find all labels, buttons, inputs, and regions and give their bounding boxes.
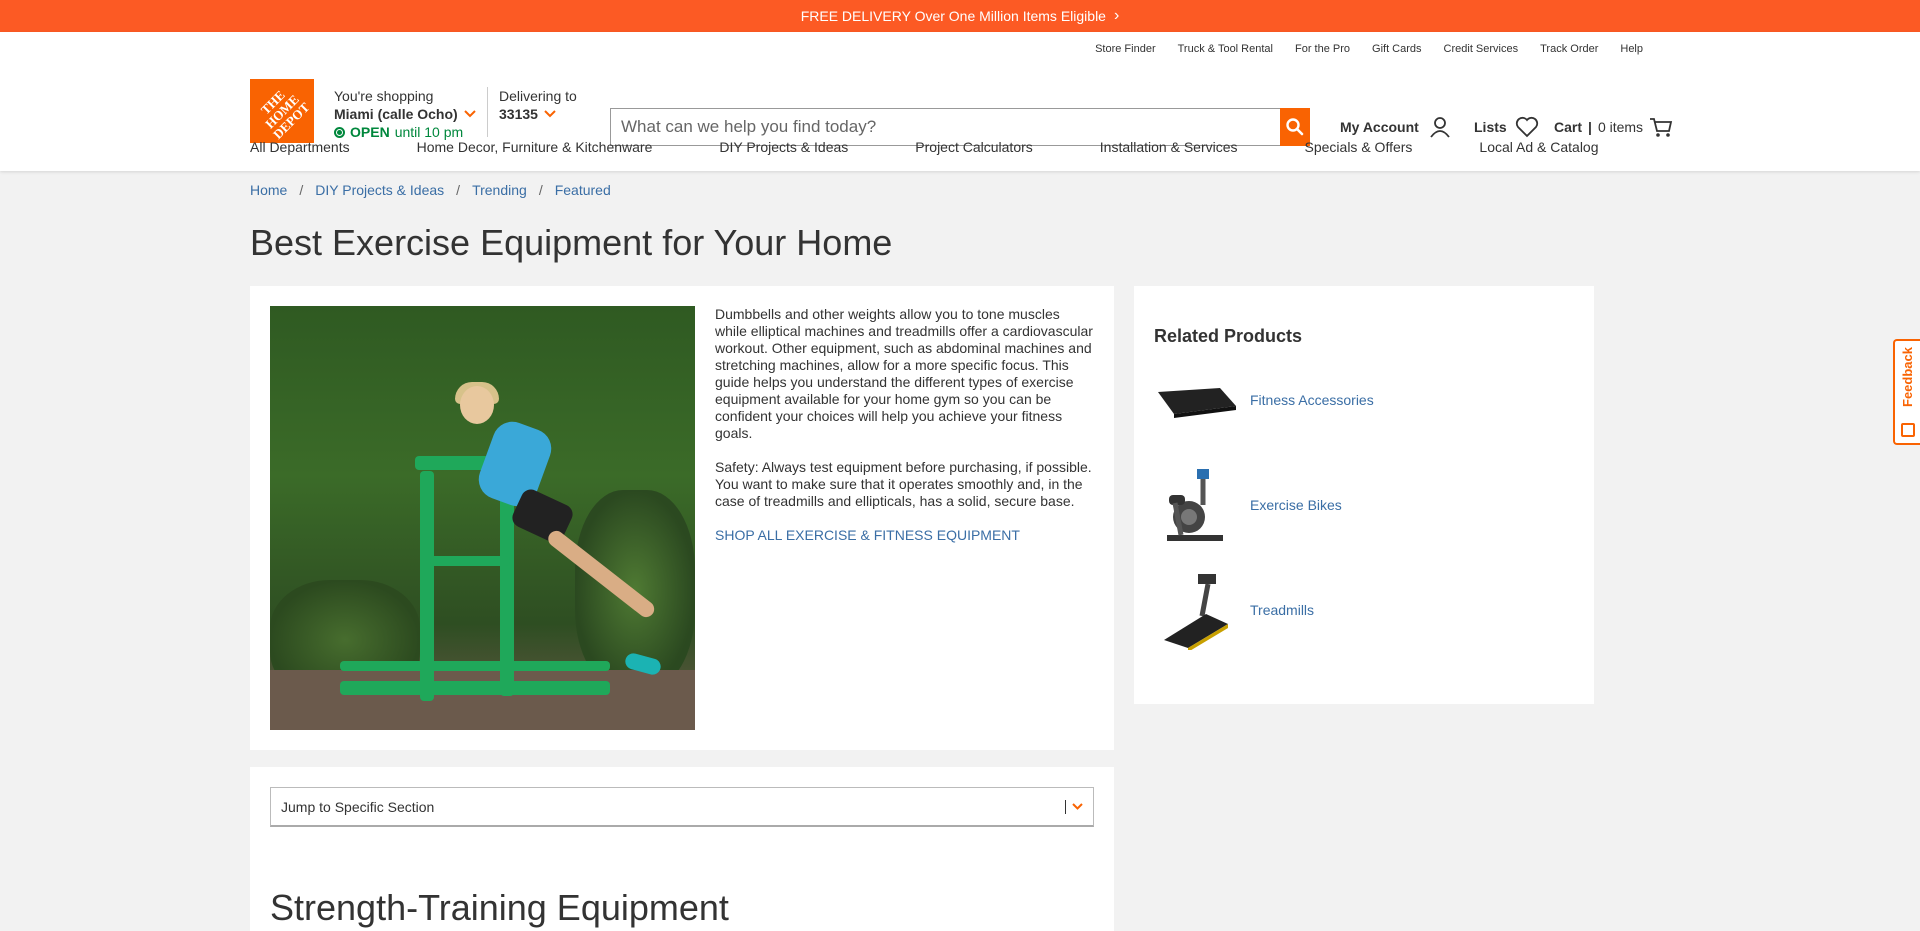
- promo-text[interactable]: FREE DELIVERY Over One Million Items Eli…: [801, 8, 1106, 24]
- promo-banner[interactable]: FREE DELIVERY Over One Million Items Eli…: [0, 0, 1920, 32]
- truck-rental-link[interactable]: Truck & Tool Rental: [1178, 43, 1273, 55]
- breadcrumb-featured[interactable]: Featured: [555, 182, 611, 198]
- feedback-icon: [1900, 423, 1915, 437]
- store-name-row[interactable]: Miami (calle Ocho): [334, 105, 476, 123]
- page-title: Best Exercise Equipment for Your Home: [250, 222, 893, 263]
- heart-icon: [1515, 116, 1538, 138]
- nav-all-departments[interactable]: All Departments: [250, 139, 350, 155]
- utility-links: Store Finder Truck & Tool Rental For the…: [1095, 43, 1643, 55]
- breadcrumb-separator: /: [299, 182, 304, 198]
- related-item-exercise-bikes[interactable]: Exercise Bikes: [1154, 460, 1574, 550]
- delivery-selector[interactable]: Delivering to 33135: [499, 87, 577, 123]
- chevron-down-icon: [544, 110, 556, 118]
- store-finder-link[interactable]: Store Finder: [1095, 43, 1156, 55]
- nav-home-decor[interactable]: Home Decor, Furniture & Kitchenware: [417, 139, 653, 155]
- breadcrumb-separator: /: [538, 182, 543, 198]
- related-item-label[interactable]: Treadmills: [1250, 602, 1314, 618]
- related-item-label[interactable]: Fitness Accessories: [1250, 392, 1374, 408]
- section-title: Strength-Training Equipment: [270, 887, 729, 928]
- dip-station-base-2: [340, 661, 610, 671]
- hero-image: [270, 306, 695, 730]
- feedback-tab[interactable]: Feedback: [1893, 339, 1920, 445]
- related-item-fitness-accessories[interactable]: Fitness Accessories: [1154, 355, 1574, 445]
- delivery-zip: 33135: [499, 106, 538, 122]
- chevron-right-icon: ›: [1113, 7, 1120, 24]
- breadcrumb-diy[interactable]: DIY Projects & Ideas: [315, 182, 444, 198]
- article-card: Dumbbells and other weights allow you to…: [250, 286, 1114, 750]
- article-paragraph-1: Dumbbells and other weights allow you to…: [715, 306, 1093, 441]
- article-description: Dumbbells and other weights allow you to…: [715, 306, 1095, 544]
- exercise-mat-icon: [1154, 358, 1238, 442]
- cart-separator: |: [1588, 119, 1592, 135]
- shopping-label: You're shopping: [334, 88, 434, 104]
- related-item-label[interactable]: Exercise Bikes: [1250, 497, 1342, 513]
- user-icon: [1430, 117, 1450, 138]
- lists-label: Lists: [1474, 119, 1507, 135]
- credit-services-link[interactable]: Credit Services: [1444, 43, 1519, 55]
- lists-button[interactable]: Lists: [1474, 116, 1539, 138]
- dip-station-base: [340, 681, 610, 695]
- related-products-title: Related Products: [1154, 326, 1303, 346]
- breadcrumb-home[interactable]: Home: [250, 182, 287, 198]
- nav-project-calculators[interactable]: Project Calculators: [915, 139, 1033, 155]
- chevron-down-icon: [463, 110, 476, 118]
- cart-button[interactable]: Cart | 0 items: [1554, 116, 1673, 138]
- dropdown-divider: [1065, 799, 1066, 814]
- treadmill-icon: [1154, 568, 1238, 652]
- related-item-treadmills[interactable]: Treadmills: [1154, 565, 1574, 655]
- my-account-label: My Account: [1340, 119, 1419, 135]
- nav-diy-projects[interactable]: DIY Projects & Ideas: [719, 139, 848, 155]
- cart-label: Cart: [1554, 119, 1583, 135]
- dip-station-rail: [430, 556, 510, 566]
- logo-text: THE HOME DEPOT: [257, 86, 313, 142]
- for-the-pro-link[interactable]: For the Pro: [1295, 43, 1350, 55]
- exercise-bike-icon: [1154, 463, 1238, 547]
- nav-specials-offers[interactable]: Specials & Offers: [1305, 139, 1413, 155]
- nav-local-ad-catalog[interactable]: Local Ad & Catalog: [1479, 139, 1598, 155]
- photo-ground: [270, 670, 695, 730]
- jump-to-section-label: Jump to Specific Section: [281, 798, 435, 815]
- main-nav: All Departments Home Decor, Furniture & …: [250, 139, 1599, 155]
- help-link[interactable]: Help: [1620, 43, 1643, 55]
- delivery-label: Delivering to: [499, 88, 577, 104]
- jump-to-section-dropdown[interactable]: Jump to Specific Section: [270, 787, 1094, 827]
- home-depot-logo[interactable]: THE HOME DEPOT: [250, 79, 314, 143]
- chevron-down-icon: [1072, 803, 1083, 810]
- breadcrumb-separator: /: [456, 182, 461, 198]
- photo-person-head: [460, 386, 494, 424]
- nav-installation-services[interactable]: Installation & Services: [1100, 139, 1238, 155]
- gift-cards-link[interactable]: Gift Cards: [1372, 43, 1422, 55]
- open-status-icon: [334, 126, 345, 138]
- shop-all-fitness-link[interactable]: SHOP ALL EXERCISE & FITNESS EQUIPMENT: [715, 527, 1020, 543]
- store-name: Miami (calle Ocho): [334, 106, 458, 122]
- store-selector[interactable]: You're shopping Miami (calle Ocho) OPEN …: [334, 87, 476, 141]
- breadcrumb: Home / DIY Projects & Ideas / Trending /…: [250, 182, 611, 198]
- search-icon: [1286, 118, 1304, 136]
- delivery-zip-row[interactable]: 33135: [499, 105, 577, 123]
- jump-section-card: Jump to Specific Section Strength-Traini…: [250, 767, 1114, 931]
- related-products-card: Related Products Fitness Accessories Exe…: [1134, 286, 1594, 704]
- article-paragraph-2: Safety: Always test equipment before pur…: [715, 459, 1092, 509]
- header-divider: [487, 87, 488, 137]
- breadcrumb-trending[interactable]: Trending: [472, 182, 527, 198]
- feedback-label: Feedback: [1900, 347, 1915, 407]
- cart-count: 0 items: [1597, 119, 1644, 135]
- dropdown-toggle[interactable]: [1065, 799, 1083, 814]
- my-account-button[interactable]: My Account: [1340, 116, 1451, 138]
- cart-icon: [1650, 118, 1673, 137]
- track-order-link[interactable]: Track Order: [1540, 43, 1598, 55]
